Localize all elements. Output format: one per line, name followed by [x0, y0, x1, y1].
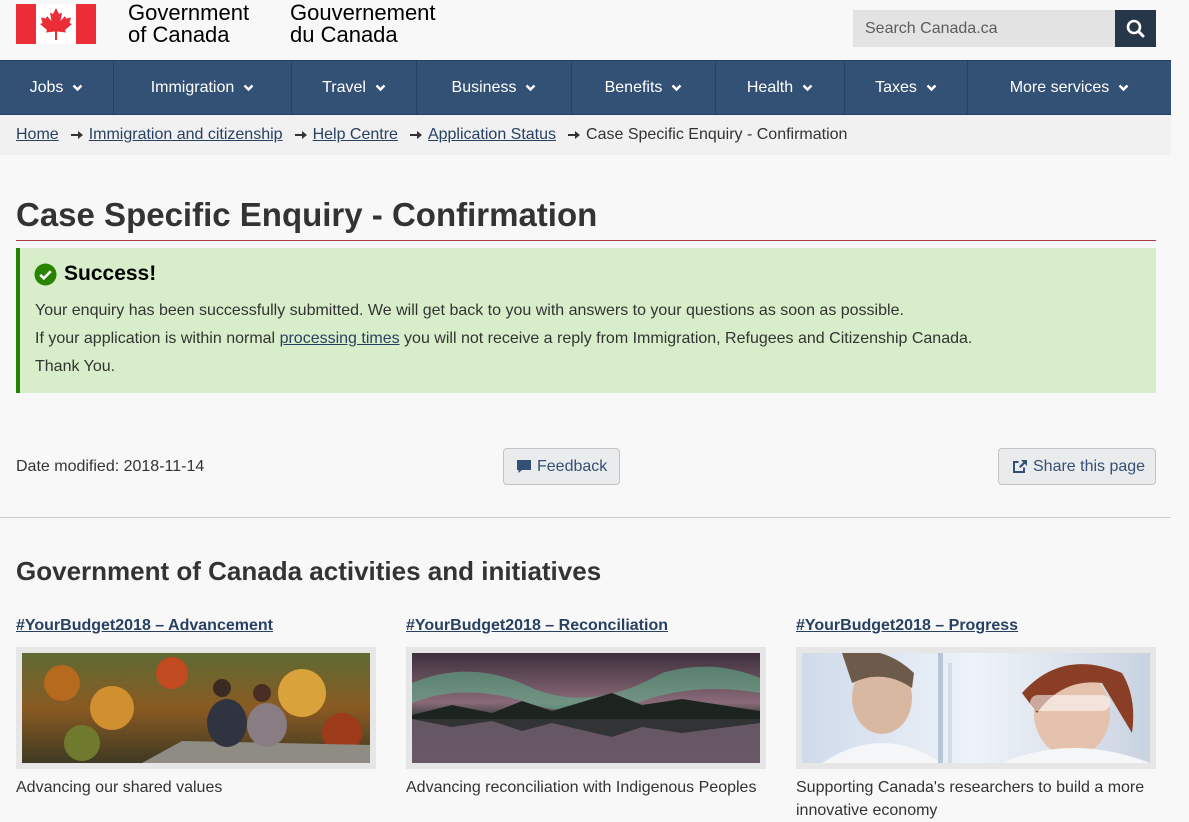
arrow-right-icon — [294, 131, 307, 139]
activities-heading: Government of Canada activities and init… — [16, 556, 602, 586]
chevron-down-icon — [526, 84, 536, 91]
chevron-down-icon — [926, 84, 937, 91]
processing-times-link[interactable]: processing times — [280, 330, 400, 347]
canada-flag-icon — [16, 4, 96, 44]
section-divider — [0, 517, 1171, 518]
feedback-label: Feedback — [537, 457, 608, 475]
nav-item-taxes[interactable]: Taxes — [844, 61, 967, 114]
chevron-down-icon — [1118, 84, 1129, 91]
date-modified: Date modified: 2018-11-14 — [16, 458, 205, 475]
site-header: Government of Canada Gouvernement du Can… — [0, 0, 1189, 60]
alert-message-line3: Thank You. — [35, 358, 116, 375]
alert-heading: Success! — [34, 262, 156, 286]
wordmark-fr-line1: Gouvernement — [290, 0, 436, 25]
card-description: Advancing reconciliation with Indigenous… — [406, 779, 757, 796]
success-alert: Success! Your enquiry has been successfu… — [16, 248, 1156, 393]
nav-item-label: Travel — [322, 78, 366, 96]
card-image-frame[interactable] — [796, 647, 1156, 769]
alert-text: If your application is within normal — [35, 330, 280, 347]
breadcrumb-current: Case Specific Enquiry - Confirmation — [586, 126, 848, 143]
search-button[interactable] — [1115, 10, 1156, 47]
wordmark-en-line1: Government — [128, 0, 250, 25]
nav-item-label: Immigration — [150, 78, 235, 96]
card-title-link[interactable]: #YourBudget2018 – Reconciliation — [406, 617, 781, 635]
nav-item-health[interactable]: Health — [715, 61, 844, 114]
hikers-forest-image — [22, 653, 370, 763]
nav-item-travel[interactable]: Travel — [291, 61, 416, 114]
researchers-lab-image — [802, 653, 1150, 763]
page-title: Case Specific Enquiry - Confirmation — [16, 196, 598, 233]
nav-item-jobs[interactable]: Jobs — [0, 61, 113, 114]
arrow-right-icon — [409, 131, 422, 139]
feature-card-progress: #YourBudget2018 – Progress Supporting Ca… — [796, 617, 1171, 822]
nav-item-business[interactable]: Business — [416, 61, 571, 114]
alert-message-line2: If your application is within normal pro… — [35, 330, 972, 348]
arrow-right-icon — [568, 131, 581, 139]
feature-card-advancement: #YourBudget2018 – Advancement Advancing … — [16, 617, 391, 799]
card-description: Supporting Canada's researchers to build… — [796, 779, 1145, 819]
breadcrumb: Home Immigration and citizenship Help Ce… — [16, 126, 847, 144]
nav-item-more-services[interactable]: More services — [967, 61, 1171, 114]
wordmark-fr-line2: du Canada — [290, 22, 398, 47]
breadcrumb-application-status-link[interactable]: Application Status — [428, 126, 556, 144]
breadcrumb-home-link[interactable]: Home — [16, 126, 59, 144]
card-title-link[interactable]: #YourBudget2018 – Advancement — [16, 617, 391, 635]
share-button[interactable]: Share this page — [998, 448, 1156, 485]
nav-item-label: Health — [746, 78, 794, 96]
check-circle-icon — [34, 263, 57, 285]
nav-item-label: More services — [1009, 78, 1110, 96]
wordmark-en-line2: of Canada — [128, 22, 230, 47]
card-image-frame[interactable] — [406, 647, 766, 769]
share-label: Share this page — [1033, 457, 1146, 475]
title-underline — [16, 240, 1156, 241]
breadcrumb-help-centre-link[interactable]: Help Centre — [313, 126, 398, 144]
breadcrumb-immigration-link[interactable]: Immigration and citizenship — [89, 126, 283, 144]
nav-item-immigration[interactable]: Immigration — [113, 61, 291, 114]
comment-icon — [517, 460, 531, 473]
share-icon — [1013, 460, 1027, 473]
alert-title: Success! — [64, 262, 157, 285]
aurora-lake-image — [412, 653, 760, 763]
feature-card-reconciliation: #YourBudget2018 – Reconciliation Advanci… — [406, 617, 781, 799]
wordmark-french[interactable]: Gouvernement du Canada — [290, 2, 436, 46]
feedback-button[interactable]: Feedback — [503, 448, 620, 485]
wordmark-english[interactable]: Government of Canada — [128, 2, 249, 46]
breadcrumb-bar: Home Immigration and citizenship Help Ce… — [0, 115, 1171, 155]
chevron-down-icon — [375, 84, 386, 91]
alert-message-line1: Your enquiry has been successfully submi… — [35, 302, 904, 319]
arrow-right-icon — [70, 131, 83, 139]
main-menu: Jobs Immigration Travel Business Benefit… — [0, 60, 1171, 115]
chevron-down-icon — [243, 84, 254, 91]
nav-item-label: Business — [451, 78, 517, 96]
nav-item-label: Benefits — [604, 78, 663, 96]
nav-item-label: Taxes — [875, 78, 917, 96]
chevron-down-icon — [802, 84, 813, 91]
nav-item-label: Jobs — [29, 78, 64, 96]
search-form — [853, 10, 1156, 47]
chevron-down-icon — [73, 84, 83, 91]
search-input[interactable] — [853, 10, 1115, 47]
card-title-link[interactable]: #YourBudget2018 – Progress — [796, 617, 1171, 635]
card-image-frame[interactable] — [16, 647, 376, 769]
nav-item-benefits[interactable]: Benefits — [571, 61, 715, 114]
alert-text: you will not receive a reply from Immigr… — [399, 330, 973, 347]
card-description: Advancing our shared values — [16, 779, 223, 796]
chevron-down-icon — [672, 84, 682, 91]
search-icon — [1126, 19, 1145, 38]
